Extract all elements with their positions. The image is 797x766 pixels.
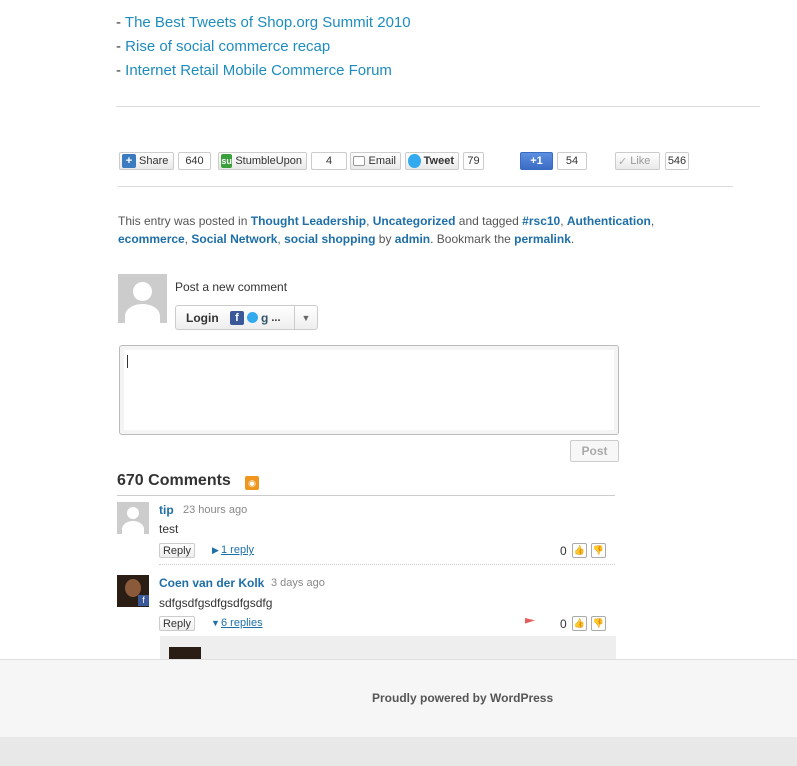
email-widget: Email [350, 151, 401, 171]
commenter-avatar [117, 502, 149, 534]
post-button[interactable]: Post [570, 440, 619, 462]
related-post-link[interactable]: Internet Retail Mobile Commerce Forum [125, 62, 392, 79]
comment-time[interactable]: 3 days ago [271, 577, 325, 589]
divider [116, 106, 760, 107]
facebook-icon: f [230, 310, 244, 325]
rss-icon[interactable]: ◉ [245, 476, 259, 490]
tag-link[interactable]: ecommerce [118, 232, 185, 246]
related-post-link[interactable]: The Best Tweets of Shop.org Summit 2010 [125, 14, 411, 31]
reply-button[interactable]: Reply [159, 543, 195, 558]
thumbs-down-icon[interactable]: 👎 [591, 616, 606, 631]
commenter-avatar [169, 647, 201, 659]
share-button[interactable]: + Share [119, 152, 174, 170]
related-post-item: - Rise of social commerce recap [116, 38, 331, 55]
avatar [118, 274, 167, 323]
category-link[interactable]: Uncategorized [373, 214, 456, 228]
like-button[interactable]: ✓ Like [615, 152, 660, 170]
replies-toggle[interactable]: 1 reply [221, 544, 254, 556]
plus-icon: + [122, 154, 136, 168]
checkmark-icon: ✓ [618, 155, 628, 168]
comments-count-title: 670 Comments [117, 472, 231, 489]
tag-link[interactable]: Social Network [191, 232, 277, 246]
footer-credit-link[interactable]: Proudly powered by WordPress [372, 691, 553, 705]
share-count: 640 [178, 152, 211, 170]
site-footer: Proudly powered by WordPress [0, 659, 797, 737]
comment-text: sdfgsdfgsdfgsdfgsdfg [159, 596, 273, 610]
replies-toggle[interactable]: 6 replies [221, 617, 263, 629]
chevron-down-icon[interactable]: ▼ [295, 313, 317, 323]
tag-link[interactable]: #rsc10 [522, 214, 560, 228]
related-post-item: - Internet Retail Mobile Commerce Forum [116, 62, 392, 79]
permalink-link[interactable]: permalink [514, 232, 571, 246]
entry-meta: This entry was posted in Thought Leaders… [118, 214, 655, 246]
twitter-bird-icon [408, 154, 421, 168]
stumbleupon-count: 4 [311, 152, 347, 170]
google-plusone-widget: +1 54 [520, 151, 587, 171]
flag-icon[interactable] [525, 618, 535, 624]
plusone-count: 54 [557, 152, 587, 170]
category-link[interactable]: Thought Leadership [251, 214, 366, 228]
envelope-icon [353, 156, 366, 166]
plusone-button[interactable]: +1 [520, 152, 553, 170]
thumbs-up-icon[interactable]: 👍 [572, 616, 587, 631]
related-posts-list: - The Best Tweets of Shop.org Summit 201… [116, 11, 411, 83]
tweet-widget: Tweet 79 [405, 151, 484, 171]
related-post-link[interactable]: Rise of social commerce recap [125, 38, 330, 55]
facebook-icon: f [138, 595, 149, 606]
divider [159, 564, 615, 565]
tag-link[interactable]: Authentication [567, 214, 651, 228]
related-post-item: - The Best Tweets of Shop.org Summit 201… [116, 14, 411, 31]
page-content: - The Best Tweets of Shop.org Summit 201… [0, 0, 797, 659]
author-link[interactable]: admin [395, 232, 430, 246]
stumbleupon-icon: su [221, 154, 233, 168]
stumbleupon-widget: su StumbleUpon 4 [218, 151, 347, 171]
comment-textarea[interactable] [119, 345, 619, 435]
like-count: 546 [665, 152, 689, 170]
email-button[interactable]: Email [350, 152, 401, 170]
post-new-comment-label: Post a new comment [175, 280, 288, 294]
thumbs-up-icon[interactable]: 👍 [572, 543, 587, 558]
comment-author[interactable]: Coen van der Kolk [159, 576, 264, 590]
divider [117, 495, 615, 496]
share-widget: + Share 640 [119, 151, 211, 171]
tag-link[interactable]: social shopping [284, 232, 375, 246]
comment-time[interactable]: 23 hours ago [183, 504, 247, 516]
twitter-icon [247, 312, 258, 323]
stumbleupon-button[interactable]: su StumbleUpon [218, 152, 307, 170]
tweet-button[interactable]: Tweet [405, 152, 459, 170]
thumbs-down-icon[interactable]: 👎 [591, 543, 606, 558]
collapse-arrow-icon[interactable]: ▼ [211, 618, 220, 628]
vote-count: 0 [560, 617, 567, 631]
vote-count: 0 [560, 544, 567, 558]
expand-arrow-icon[interactable]: ▶ [212, 545, 219, 556]
tweet-count: 79 [463, 152, 484, 170]
login-label: Login [186, 310, 219, 325]
nested-reply [160, 636, 616, 659]
comment-text: test [159, 522, 179, 536]
comment-author[interactable]: tip [159, 503, 174, 517]
google-icon: g [261, 310, 269, 325]
reply-button[interactable]: Reply [159, 616, 195, 631]
facebook-like-widget: ✓ Like 546 [615, 151, 689, 171]
login-dropdown[interactable]: Login f g ... ▼ [175, 305, 318, 330]
text-cursor [127, 355, 128, 368]
commenter-avatar: f [117, 575, 149, 607]
divider [118, 186, 733, 187]
